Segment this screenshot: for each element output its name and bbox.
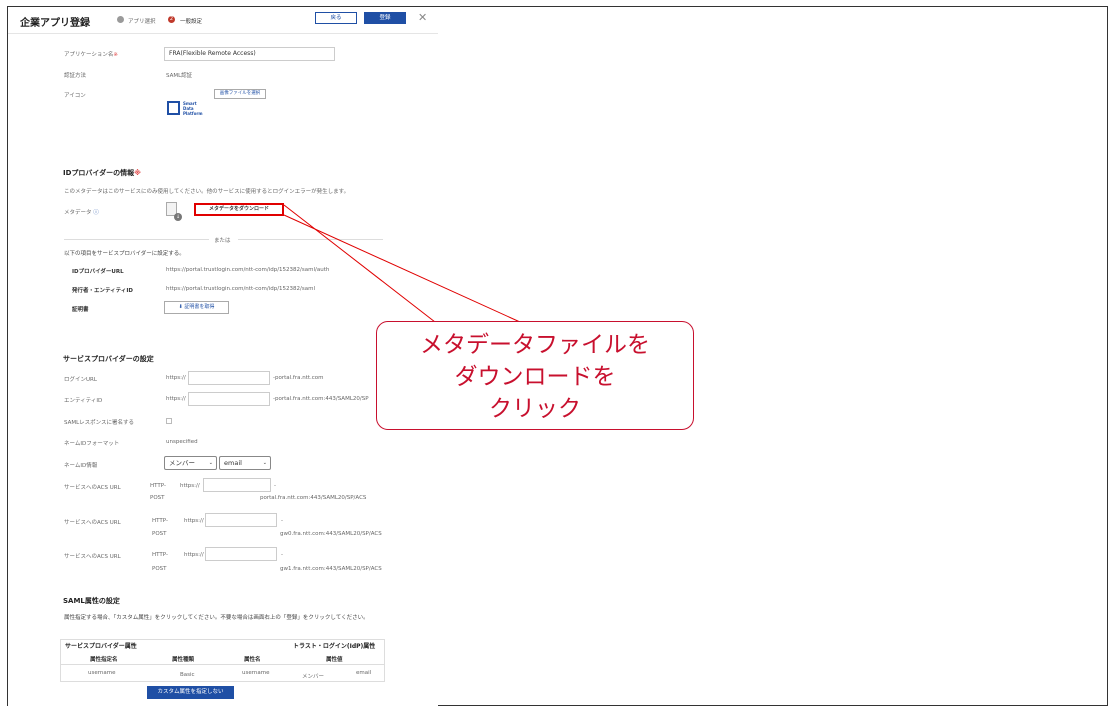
callout-line-1: メタデータファイルを	[420, 332, 650, 358]
pointer-line-upper	[283, 204, 436, 323]
callout-line-3: クリック	[489, 396, 581, 422]
callout-line-2: ダウンロードを	[454, 364, 616, 390]
pointer-line-lower	[283, 214, 521, 323]
